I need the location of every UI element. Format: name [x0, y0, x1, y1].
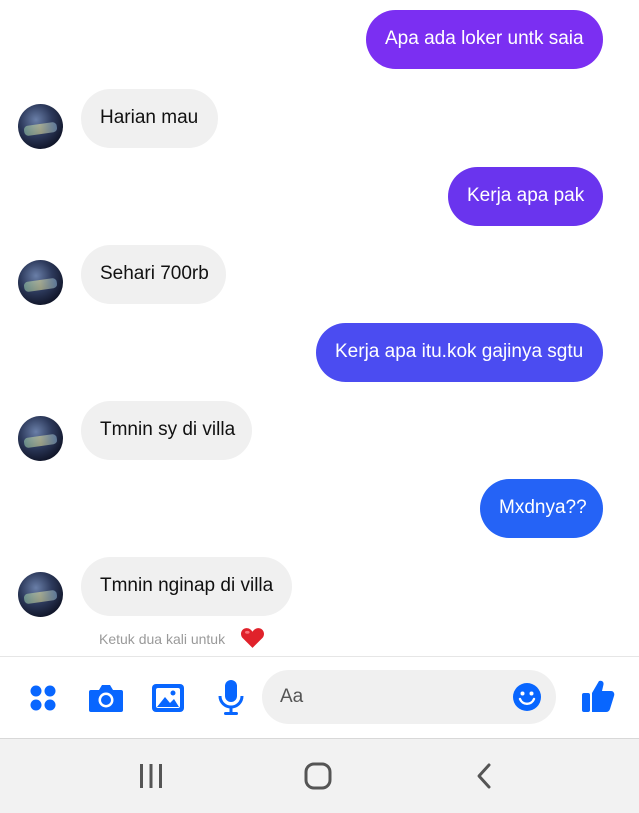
gallery-icon[interactable]: [151, 681, 185, 715]
contact-avatar[interactable]: [18, 104, 63, 149]
conversation-thread: Apa ada loker untk saia Harian mau Kerja…: [0, 0, 639, 656]
contact-avatar[interactable]: [18, 416, 63, 461]
heart-icon[interactable]: [240, 626, 265, 649]
contact-avatar[interactable]: [18, 572, 63, 617]
outgoing-message[interactable]: Kerja apa itu.kok gajinya sgtu: [316, 323, 603, 382]
microphone-icon[interactable]: [218, 679, 244, 717]
incoming-message[interactable]: Tmnin nginap di villa: [81, 557, 292, 616]
outgoing-message[interactable]: Apa ada loker untk saia: [366, 10, 603, 69]
camera-icon[interactable]: [88, 682, 124, 714]
outgoing-message[interactable]: Mxdnya??: [480, 479, 603, 538]
incoming-message[interactable]: Harian mau: [81, 89, 218, 148]
incoming-message[interactable]: Tmnin sy di villa: [81, 401, 252, 460]
menu-dots-icon[interactable]: [28, 683, 58, 713]
emoji-icon[interactable]: [512, 682, 542, 712]
outgoing-message[interactable]: Kerja apa pak: [448, 167, 603, 226]
home-icon[interactable]: [303, 761, 333, 791]
back-icon[interactable]: [471, 761, 501, 791]
contact-avatar[interactable]: [18, 260, 63, 305]
message-input-placeholder: Aa: [280, 686, 304, 707]
recent-apps-icon[interactable]: [136, 761, 166, 791]
reaction-hint: Ketuk dua kali untuk: [99, 631, 226, 647]
incoming-message[interactable]: Sehari 700rb: [81, 245, 226, 304]
message-input[interactable]: Aa: [262, 670, 556, 724]
system-navigation-bar: [0, 738, 639, 813]
thumbs-up-icon[interactable]: [580, 678, 616, 714]
